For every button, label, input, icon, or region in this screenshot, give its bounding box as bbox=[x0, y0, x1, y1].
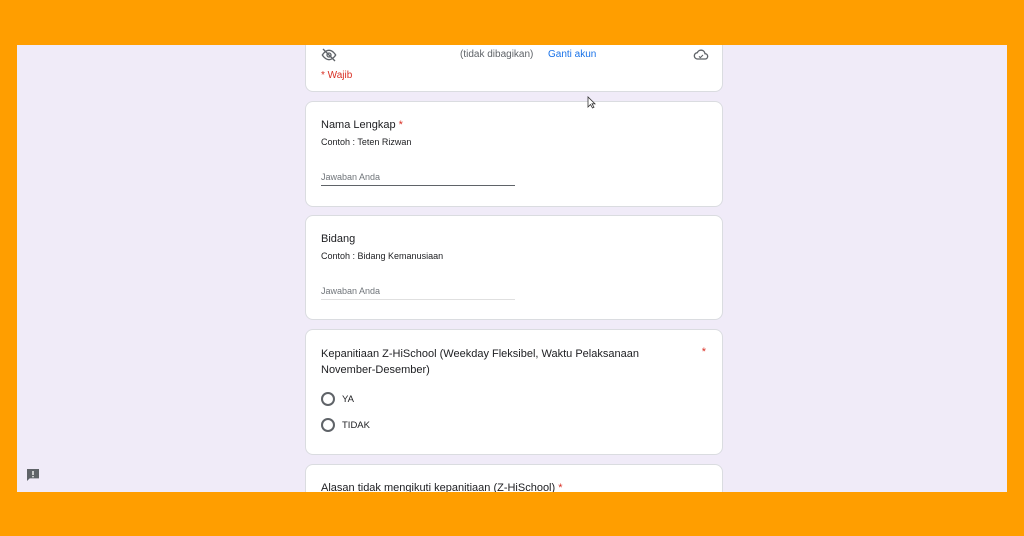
account-card: (tidak dibagikan) Ganti akun * Wajib bbox=[305, 45, 723, 92]
mouse-cursor-icon bbox=[587, 96, 596, 109]
question-description: Contoh : Bidang Kemanusiaan bbox=[321, 251, 444, 261]
question-title: Nama Lengkap * bbox=[321, 119, 403, 131]
question-title: Alasan tidak mengikuti kepanitiaan (Z-Hi… bbox=[321, 482, 563, 492]
required-star: * bbox=[558, 482, 563, 492]
required-note: * Wajib bbox=[321, 70, 353, 81]
not-shared-note: (tidak dibagikan) bbox=[460, 49, 534, 60]
account-email bbox=[343, 49, 455, 60]
required-star: * bbox=[398, 119, 403, 131]
feedback-icon[interactable] bbox=[25, 467, 41, 483]
radio-button[interactable] bbox=[321, 418, 335, 432]
nama-answer-input[interactable] bbox=[321, 169, 515, 186]
question-description: Contoh : Teten Rizwan bbox=[321, 137, 412, 147]
question-title-text: Alasan tidak mengikuti kepanitiaan (Z-Hi… bbox=[321, 482, 556, 492]
account-row: (tidak dibagikan) Ganti akun bbox=[321, 47, 709, 63]
radio-label: TIDAK bbox=[342, 420, 370, 431]
switch-account-link[interactable]: Ganti akun bbox=[548, 49, 596, 60]
question-card-kepanitiaan: Kepanitiaan Z-HiSchool (Weekday Fleksibe… bbox=[305, 329, 723, 455]
question-title: Bidang bbox=[321, 233, 356, 245]
question-title-text: Nama Lengkap bbox=[321, 119, 396, 131]
radio-label: YA bbox=[342, 394, 354, 405]
question-card-alasan: Alasan tidak mengikuti kepanitiaan (Z-Hi… bbox=[305, 464, 723, 492]
required-star: * bbox=[701, 346, 706, 358]
radio-button[interactable] bbox=[321, 392, 335, 406]
question-card-bidang: Bidang Contoh : Bidang Kemanusiaan bbox=[305, 215, 723, 320]
cloud-icon bbox=[693, 49, 709, 60]
bidang-answer-input[interactable] bbox=[321, 283, 515, 300]
eye-off-icon bbox=[321, 48, 337, 62]
question-title: Kepanitiaan Z-HiSchool (Weekday Fleksibe… bbox=[321, 348, 639, 376]
radio-option-tidak[interactable]: TIDAK bbox=[321, 418, 441, 434]
form-viewport: (tidak dibagikan) Ganti akun * Wajib Nam… bbox=[17, 45, 1007, 492]
question-card-nama: Nama Lengkap * Contoh : Teten Rizwan bbox=[305, 101, 723, 207]
radio-option-ya[interactable]: YA bbox=[321, 392, 441, 408]
